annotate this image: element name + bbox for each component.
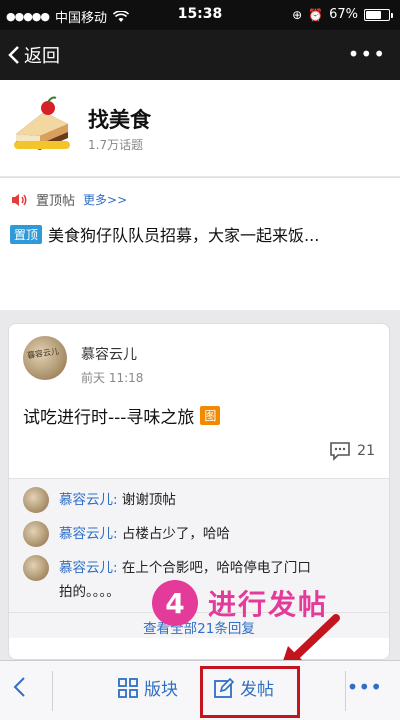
nav-bar: 返回 ••• bbox=[0, 30, 400, 80]
reply-item[interactable]: 慕容云儿: 占楼占少了，哈哈 bbox=[23, 521, 230, 547]
reply-text-wrap: 慕容云儿: 占楼占少了，哈哈 bbox=[59, 522, 230, 546]
pinned-tag: 置顶 bbox=[10, 224, 43, 244]
chevron-left-icon bbox=[8, 46, 19, 64]
new-post-highlight-box bbox=[200, 666, 300, 718]
pinned-section: 置顶帖 更多>> 置顶 美食狗仔队队员招募，大家一起来饭... bbox=[0, 177, 400, 310]
avatar[interactable]: 暮容云儿 bbox=[23, 336, 67, 380]
comment-button[interactable]: 21 bbox=[329, 441, 375, 461]
reply-item[interactable]: 慕容云儿: 谢谢顶帖 bbox=[23, 487, 176, 513]
pinned-header: 置顶帖 更多>> bbox=[10, 190, 127, 209]
cake-logo-icon bbox=[14, 96, 70, 150]
comment-icon bbox=[330, 442, 350, 461]
status-bar: ●●●●● 中国移动 15:38 ⊕ ⏰ 67% bbox=[0, 0, 400, 30]
group-header: 找美食 1.7万话题 bbox=[0, 80, 400, 176]
reply-name[interactable]: 慕容云儿: bbox=[59, 560, 118, 576]
reply-avatar[interactable] bbox=[23, 487, 49, 513]
speaker-icon bbox=[12, 193, 27, 206]
step-number-badge: 4 bbox=[152, 580, 198, 626]
back-label: 返回 bbox=[24, 46, 60, 67]
more-options-icon[interactable]: ••• bbox=[347, 675, 382, 699]
avatar-text: 暮容云儿 bbox=[26, 346, 60, 361]
pinned-post[interactable]: 置顶 美食狗仔队队员招募，大家一起来饭... bbox=[10, 222, 390, 246]
battery-fill bbox=[366, 10, 381, 19]
post-time: 前天 11:18 bbox=[81, 371, 144, 385]
reply-name[interactable]: 慕容云儿: bbox=[59, 492, 118, 508]
page-title: 找美食 bbox=[88, 108, 151, 132]
chevron-left-icon bbox=[13, 677, 25, 697]
reply-text-wrap: 慕容云儿: 谢谢顶帖 bbox=[59, 488, 176, 512]
reply-text: 谢谢顶帖 bbox=[121, 492, 176, 508]
pinned-more-link[interactable]: 更多>> bbox=[83, 191, 127, 208]
post-title[interactable]: 试吃进行时---寻味之旅 图 bbox=[23, 403, 221, 428]
pinned-post-title: 美食狗仔队队员招募，大家一起来饭... bbox=[48, 226, 320, 245]
reply-avatar[interactable] bbox=[23, 555, 49, 581]
reply-name[interactable]: 慕容云儿: bbox=[59, 526, 118, 542]
status-right: ⊕ ⏰ 67% bbox=[292, 7, 393, 22]
rotation-lock-icon: ⊕ bbox=[292, 7, 303, 22]
section-button[interactable]: 版块 bbox=[118, 675, 178, 700]
alarm-icon: ⏰ bbox=[308, 7, 324, 22]
image-tag: 图 bbox=[200, 406, 221, 425]
topic-count: 1.7万话题 bbox=[88, 138, 144, 152]
reply-avatar[interactable] bbox=[23, 521, 49, 547]
more-options-icon[interactable]: ••• bbox=[348, 42, 386, 66]
comment-count: 21 bbox=[357, 443, 375, 459]
section-label: 版块 bbox=[144, 680, 178, 700]
back-button[interactable]: 返回 bbox=[8, 42, 60, 68]
battery-percent: 67% bbox=[329, 7, 358, 22]
bottom-back-button[interactable] bbox=[12, 675, 26, 705]
reply-text: 占楼占少了，哈哈 bbox=[121, 526, 230, 542]
post-author[interactable]: 慕容云儿 bbox=[81, 344, 137, 364]
toolbar-divider bbox=[52, 671, 53, 711]
battery-icon bbox=[364, 8, 393, 21]
post-title-text: 试吃进行时---寻味之旅 bbox=[23, 408, 195, 428]
grid-icon bbox=[118, 677, 138, 698]
pinned-label: 置顶帖 bbox=[36, 194, 76, 209]
